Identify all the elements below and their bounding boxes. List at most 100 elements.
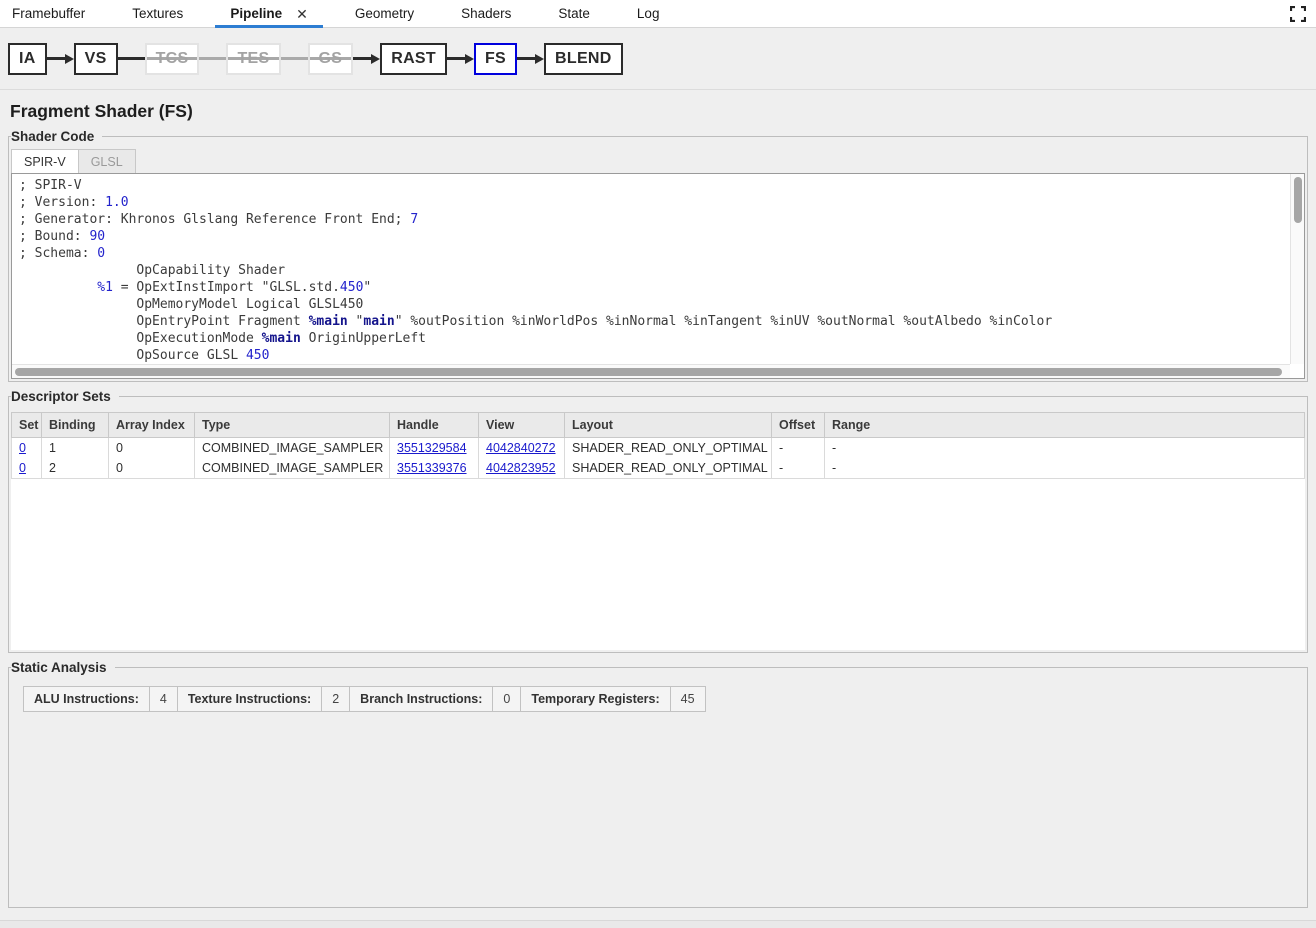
column-header: Type bbox=[195, 413, 390, 438]
tab-framebuffer[interactable]: Framebuffer bbox=[10, 0, 87, 27]
pipeline-connector-arrow bbox=[517, 54, 544, 64]
column-header: Array Index bbox=[109, 413, 195, 438]
shader-code-text: ; SPIR-V; Version: 1.0; Generator: Khron… bbox=[12, 174, 1304, 379]
tab-label: Framebuffer bbox=[12, 6, 85, 21]
tab-state[interactable]: State bbox=[556, 0, 592, 27]
stat-value: 45 bbox=[671, 687, 705, 711]
table-cell: COMBINED_IMAGE_SAMPLER bbox=[195, 458, 390, 479]
table-cell: 1 bbox=[42, 438, 109, 459]
table-cell: - bbox=[825, 438, 1305, 459]
pipeline-stage-blend[interactable]: BLEND bbox=[544, 43, 623, 75]
column-header: Layout bbox=[565, 413, 772, 438]
pipeline-stage-tes[interactable]: TES bbox=[226, 43, 280, 75]
tab-glsl[interactable]: GLSL bbox=[79, 149, 136, 173]
descriptor-sets-table: SetBindingArray IndexTypeHandleViewLayou… bbox=[11, 412, 1305, 479]
tab-pipeline[interactable]: Pipeline ✕ bbox=[228, 0, 310, 27]
stat-value: 2 bbox=[322, 687, 350, 711]
table-row: 010COMBINED_IMAGE_SAMPLER355132958440428… bbox=[12, 438, 1305, 459]
page-title: Fragment Shader (FS) bbox=[10, 101, 1316, 122]
descriptor-sets-section: Descriptor Sets SetBindingArray IndexTyp… bbox=[8, 389, 1308, 653]
static-analysis-section: Static Analysis ALU Instructions: 4 Textur… bbox=[8, 660, 1308, 908]
connector-line bbox=[199, 57, 226, 60]
table-cell: 0 bbox=[109, 458, 195, 479]
code-line: OpEntryPoint Fragment %main "main" %outP… bbox=[19, 313, 1284, 330]
shader-code-legend: Shader Code bbox=[11, 129, 102, 144]
pipeline-connector bbox=[118, 57, 145, 60]
descriptor-sets-table-area: SetBindingArray IndexTypeHandleViewLayou… bbox=[11, 412, 1305, 650]
stat-label: Branch Instructions: bbox=[350, 687, 493, 711]
vertical-scrollbar-thumb[interactable] bbox=[1294, 177, 1302, 223]
pipeline-stage-vs[interactable]: VS bbox=[74, 43, 118, 75]
table-cell: 3551329584 bbox=[390, 438, 479, 459]
table-cell: 4042840272 bbox=[479, 438, 565, 459]
cell-link[interactable]: 4042840272 bbox=[486, 441, 556, 455]
stat-value-text: 45 bbox=[681, 692, 695, 706]
horizontal-scrollbar[interactable] bbox=[12, 364, 1290, 378]
stat-value-text: 0 bbox=[503, 692, 510, 706]
cell-link[interactable]: 0 bbox=[19, 461, 26, 475]
column-header: Range bbox=[825, 413, 1305, 438]
table-cell: 0 bbox=[12, 438, 42, 459]
table-cell: COMBINED_IMAGE_SAMPLER bbox=[195, 438, 390, 459]
code-line: ; Version: 1.0 bbox=[19, 194, 1284, 211]
pipeline-stage-tcs[interactable]: TCS bbox=[145, 43, 200, 75]
table-cell: SHADER_READ_ONLY_OPTIMAL bbox=[565, 438, 772, 459]
code-line: ; Generator: Khronos Glslang Reference F… bbox=[19, 211, 1284, 228]
pipeline-connector-arrow bbox=[353, 54, 380, 64]
table-cell: - bbox=[825, 458, 1305, 479]
window-tab-bar: Framebuffer Textures Pipeline ✕ Geometry Shad… bbox=[0, 0, 1316, 28]
tab-label: Shaders bbox=[461, 6, 511, 21]
tab-shaders[interactable]: Shaders bbox=[459, 0, 513, 27]
tab-label: Geometry bbox=[355, 6, 414, 21]
pipeline-connector bbox=[281, 57, 308, 60]
tab-textures[interactable]: Textures bbox=[130, 0, 185, 27]
arrowhead-icon bbox=[465, 54, 474, 64]
shader-code-tabs: SPIR-V GLSL bbox=[11, 149, 1305, 173]
code-line: OpCapability Shader bbox=[19, 262, 1284, 279]
tab-label: Pipeline bbox=[230, 6, 282, 21]
code-line: %1 = OpExtInstImport "GLSL.std.450" bbox=[19, 279, 1284, 296]
code-line: OpExecutionMode %main OriginUpperLeft bbox=[19, 330, 1284, 347]
code-line: ; SPIR-V bbox=[19, 177, 1284, 194]
table-cell: 0 bbox=[109, 438, 195, 459]
table-cell: 4042823952 bbox=[479, 458, 565, 479]
code-line: ; Bound: 90 bbox=[19, 228, 1284, 245]
cell-link[interactable]: 4042823952 bbox=[486, 461, 556, 475]
code-line: OpMemoryModel Logical GLSL450 bbox=[19, 296, 1284, 313]
tab-label: State bbox=[558, 6, 590, 21]
stat-value: 0 bbox=[493, 687, 521, 711]
cell-link[interactable]: 3551339376 bbox=[397, 461, 467, 475]
stat-label-text: Temporary Registers: bbox=[531, 692, 659, 706]
table-cell: SHADER_READ_ONLY_OPTIMAL bbox=[565, 458, 772, 479]
pipeline-stage-fs[interactable]: FS bbox=[474, 43, 517, 75]
tab-label: Log bbox=[637, 6, 660, 21]
code-line: OpSource GLSL 450 bbox=[19, 347, 1284, 364]
stat-label-text: ALU Instructions: bbox=[34, 692, 139, 706]
cell-link[interactable]: 3551329584 bbox=[397, 441, 467, 455]
tab-log[interactable]: Log bbox=[635, 0, 662, 27]
stat-value-text: 4 bbox=[160, 692, 167, 706]
static-analysis-legend: Static Analysis bbox=[11, 660, 115, 675]
cell-link[interactable]: 0 bbox=[19, 441, 26, 455]
connector-line bbox=[281, 57, 308, 60]
table-header-row: SetBindingArray IndexTypeHandleViewLayou… bbox=[12, 413, 1305, 438]
pipeline-stage-gs[interactable]: GS bbox=[308, 43, 354, 75]
pipeline-connector-arrow bbox=[47, 54, 74, 64]
tab-spirv[interactable]: SPIR-V bbox=[11, 149, 79, 173]
close-tab-icon[interactable]: ✕ bbox=[296, 7, 308, 21]
fullscreen-icon[interactable] bbox=[1290, 6, 1306, 22]
tab-geometry[interactable]: Geometry bbox=[353, 0, 416, 27]
vertical-scrollbar[interactable] bbox=[1290, 174, 1304, 364]
stat-label: Temporary Registers: bbox=[521, 687, 670, 711]
shader-code-viewer[interactable]: ; SPIR-V; Version: 1.0; Generator: Khron… bbox=[11, 173, 1305, 379]
table-cell: - bbox=[772, 438, 825, 459]
tab-list: Framebuffer Textures Pipeline ✕ Geometry Shad… bbox=[10, 0, 661, 27]
horizontal-scrollbar-thumb[interactable] bbox=[15, 368, 1282, 376]
pipeline-stage-ia[interactable]: IA bbox=[8, 43, 47, 75]
stat-label: ALU Instructions: bbox=[24, 687, 150, 711]
pipeline-stage-rast[interactable]: RAST bbox=[380, 43, 447, 75]
stat-label: Texture Instructions: bbox=[178, 687, 322, 711]
connector-line bbox=[118, 57, 145, 60]
column-header: Set bbox=[12, 413, 42, 438]
pipeline-connector bbox=[199, 57, 226, 60]
